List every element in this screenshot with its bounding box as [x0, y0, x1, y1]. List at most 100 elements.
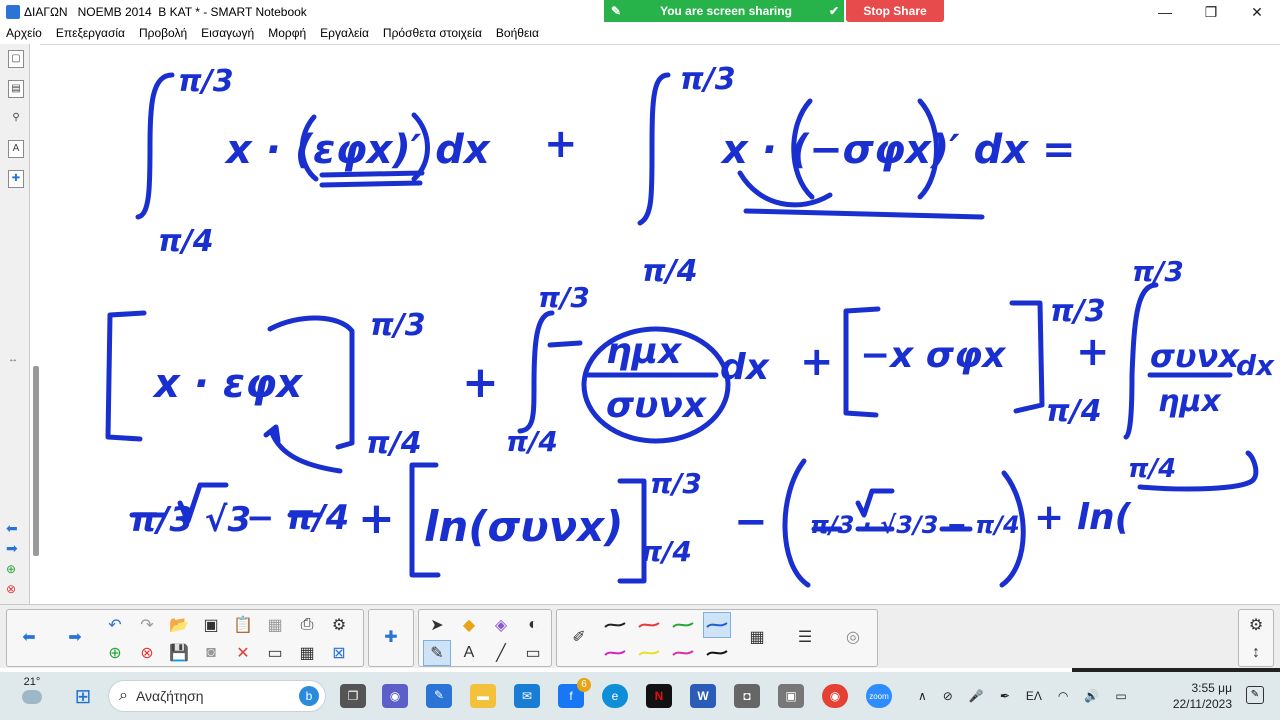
windows-taskbar: 21° ⊞ ⌕ Αναζήτηση b ❐ ◉ ✎ ▬ ✉ f 6 e N W … [0, 672, 1280, 720]
document-camera-icon[interactable]: ▦ [261, 612, 289, 638]
delete-page-icon[interactable]: ⊗ [6, 582, 16, 596]
pen-type-icon[interactable]: ✐ [565, 624, 593, 650]
undo-icon[interactable]: ↶ [101, 612, 129, 638]
back-arrow-icon[interactable]: ⬅ [6, 520, 18, 537]
menu-addons[interactable]: Πρόσθετα στοιχεία [383, 26, 482, 40]
pen-color-swatch[interactable] [669, 640, 697, 666]
sidebar-scrollbar[interactable] [33, 366, 39, 556]
file-explorer-icon[interactable]: ▬ [470, 684, 496, 708]
lower-limit: π/4 [642, 254, 698, 289]
word-icon[interactable]: W [690, 684, 716, 708]
delete-page-button[interactable]: ⊗ [133, 640, 161, 666]
shapes-icon[interactable]: ◆ [455, 612, 483, 638]
delete-icon[interactable]: ✕ [229, 640, 257, 666]
screen-shade-icon[interactable]: ▣ [197, 612, 225, 638]
row1-left-expression: x · (εφx)′ dx [224, 127, 491, 173]
addons-puzzle-icon[interactable]: ✚ [377, 624, 405, 650]
pens-icon[interactable]: ✎ [423, 640, 451, 666]
pen-color-swatch[interactable] [601, 640, 629, 666]
pen-color-swatch[interactable] [703, 612, 731, 638]
volume-icon[interactable]: 🔊 [1084, 689, 1099, 703]
network-off-icon[interactable]: ⊘ [943, 689, 953, 703]
netflix-icon[interactable]: N [646, 684, 672, 708]
language-indicator[interactable]: ΕΛ [1026, 689, 1042, 703]
whiteboard-canvas[interactable]: π/3 π/4 x · (εφx)′ dx + π/3 π/4 x · (−σφ… [40, 44, 1280, 604]
notifications-icon[interactable]: ✎ [1246, 686, 1264, 704]
handwriting-layer: π/3 π/4 x · (εφx)′ dx + π/3 π/4 x · (−σφ… [105, 62, 1275, 588]
line-style-icon[interactable]: ☰ [791, 624, 819, 650]
capture-icon[interactable]: ◙ [197, 640, 225, 666]
chrome-icon[interactable]: ◉ [822, 684, 848, 708]
bing-icon[interactable]: b [299, 686, 319, 706]
eraser-icon[interactable]: ◈ [487, 612, 515, 638]
page-sorter-icon[interactable]: ▢ [8, 50, 24, 68]
settings-globe-icon[interactable]: ⚙ [325, 612, 353, 638]
toolbar-settings-icon[interactable]: ⚙ [1242, 612, 1270, 638]
app-icon[interactable]: ▣ [778, 684, 804, 708]
add-page-icon[interactable]: ⊕ [6, 562, 16, 576]
edge-browser-icon[interactable]: e [602, 684, 628, 708]
table-icon[interactable]: ▦ [293, 640, 321, 666]
forward-arrow-icon[interactable]: ➡ [6, 540, 18, 557]
start-windows-icon[interactable]: ⊞ [70, 684, 96, 708]
addons-icon[interactable]: ✚ [8, 170, 24, 188]
gallery-icon[interactable]: ▤ [8, 80, 24, 98]
pen-color-swatch[interactable] [635, 640, 663, 666]
pen-color-swatch[interactable] [669, 612, 697, 638]
fill-icon[interactable]: ◐ [519, 612, 547, 638]
menu-edit[interactable]: Επεξεργασία [56, 26, 125, 40]
previous-page-button[interactable]: ⬅ [15, 624, 43, 650]
full-screen-icon[interactable]: ▭ [261, 640, 289, 666]
toolbar-move-icon[interactable]: ↕ [1242, 640, 1270, 666]
taskbar-search[interactable]: ⌕ Αναζήτηση b [108, 680, 326, 712]
zoom-icon[interactable]: zoom [866, 684, 892, 708]
shield-icon: ✔ [828, 4, 840, 18]
close-button[interactable]: ✕ [1234, 0, 1280, 24]
add-page-button[interactable]: ⊕ [101, 640, 129, 666]
transparency-icon[interactable]: ◎ [839, 624, 867, 650]
wifi-icon[interactable]: ◠ [1058, 689, 1068, 703]
lower-limit: π/4 [640, 535, 692, 568]
menu-insert[interactable]: Εισαγωγή [201, 26, 254, 40]
menu-tools[interactable]: Εργαλεία [320, 26, 369, 40]
text-icon[interactable]: A [455, 640, 483, 666]
pen-tray-icon[interactable]: ✒ [1000, 689, 1010, 703]
chevron-up-icon[interactable]: ∧ [918, 689, 927, 703]
open-file-icon[interactable]: 📂 [165, 612, 193, 638]
menu-format[interactable]: Μορφή [268, 26, 306, 40]
line-icon[interactable]: ╱ [487, 640, 515, 666]
battery-icon[interactable]: ▭ [1115, 689, 1126, 703]
mail-icon[interactable]: ✉ [514, 684, 540, 708]
screen-capture-icon[interactable]: ⎙ [293, 612, 321, 638]
smart-notebook-taskbar-icon[interactable]: ✎ [426, 684, 452, 708]
restore-button[interactable]: ❐ [1188, 0, 1234, 24]
next-page-button[interactable]: ➡ [61, 624, 89, 650]
eraser-block-icon[interactable]: ▭ [519, 640, 547, 666]
menu-file[interactable]: Αρχείο [6, 26, 42, 40]
redo-icon[interactable]: ↷ [133, 612, 161, 638]
upper-limit: π/3 [370, 308, 426, 343]
microphone-icon[interactable]: 🎤 [969, 689, 984, 703]
camera-icon[interactable]: ◘ [734, 684, 760, 708]
pen-color-swatch[interactable] [635, 612, 663, 638]
teams-chat-icon[interactable]: ◉ [382, 684, 408, 708]
pin-icon[interactable]: ✎ [604, 4, 628, 18]
attachments-icon[interactable]: ⚲ [8, 110, 24, 128]
color-palette-icon[interactable]: ▦ [743, 624, 771, 650]
properties-icon[interactable]: A [8, 140, 24, 158]
stop-share-button[interactable]: Stop Share [846, 0, 944, 22]
paste-icon[interactable]: 📋 [229, 612, 257, 638]
task-view-icon[interactable]: ❐ [340, 684, 366, 708]
save-icon[interactable]: 💾 [165, 640, 193, 666]
close-dual-icon[interactable]: ⊠ [325, 640, 353, 666]
weather-widget[interactable]: 21° [14, 676, 50, 716]
pen-color-swatch[interactable] [703, 640, 731, 666]
minimize-button[interactable]: — [1142, 0, 1188, 24]
menu-help[interactable]: Βοήθεια [496, 26, 539, 40]
clock[interactable]: 3:55 μμ 22/11/2023 [1173, 680, 1232, 712]
menu-view[interactable]: Προβολή [139, 26, 187, 40]
pen-color-swatch[interactable] [601, 612, 629, 638]
resize-grip-icon[interactable]: ↔ [8, 354, 18, 365]
select-arrow-icon[interactable]: ➤ [423, 612, 451, 638]
lower-limit: π/4 [366, 426, 422, 461]
